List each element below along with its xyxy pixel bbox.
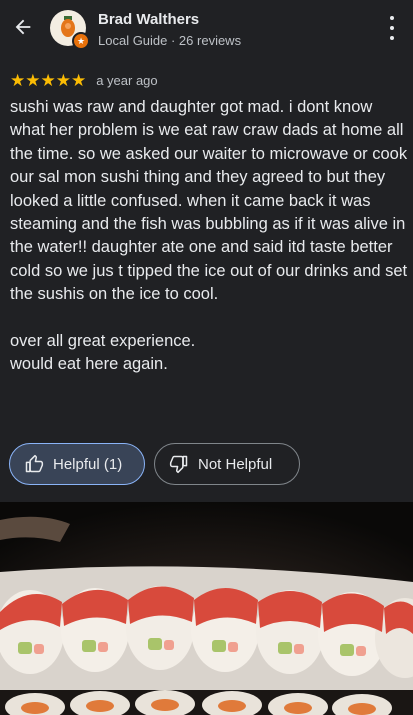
back-button[interactable] (10, 14, 36, 40)
helpful-label: Helpful (1) (53, 455, 123, 473)
local-guide-badge-icon: ★ (72, 32, 90, 50)
rating-row: ★★★★★ a year ago (10, 70, 158, 90)
review-header: ★ Brad Walthers Local Guide · 26 reviews (0, 0, 413, 62)
reviewer-subtitle: Local Guide · 26 reviews (98, 33, 242, 48)
avatar[interactable]: ★ (50, 10, 90, 50)
more-options-button[interactable] (382, 16, 402, 40)
review-photo[interactable] (0, 502, 413, 715)
helpful-button[interactable]: Helpful (1) (9, 443, 145, 485)
thumbs-down-icon (169, 455, 188, 474)
review-text: sushi was raw and daughter got mad. i do… (10, 98, 408, 374)
sushi-photo-image (0, 502, 413, 715)
reviewer-name[interactable]: Brad Walthers (98, 11, 199, 28)
star-rating: ★★★★★ (10, 70, 87, 90)
more-vert-icon (390, 16, 394, 20)
arrow-left-icon (15, 19, 31, 35)
review-time: a year ago (96, 72, 158, 88)
not-helpful-label: Not Helpful (198, 455, 273, 473)
thumbs-up-icon (25, 454, 44, 473)
not-helpful-button[interactable]: Not Helpful (154, 443, 300, 485)
